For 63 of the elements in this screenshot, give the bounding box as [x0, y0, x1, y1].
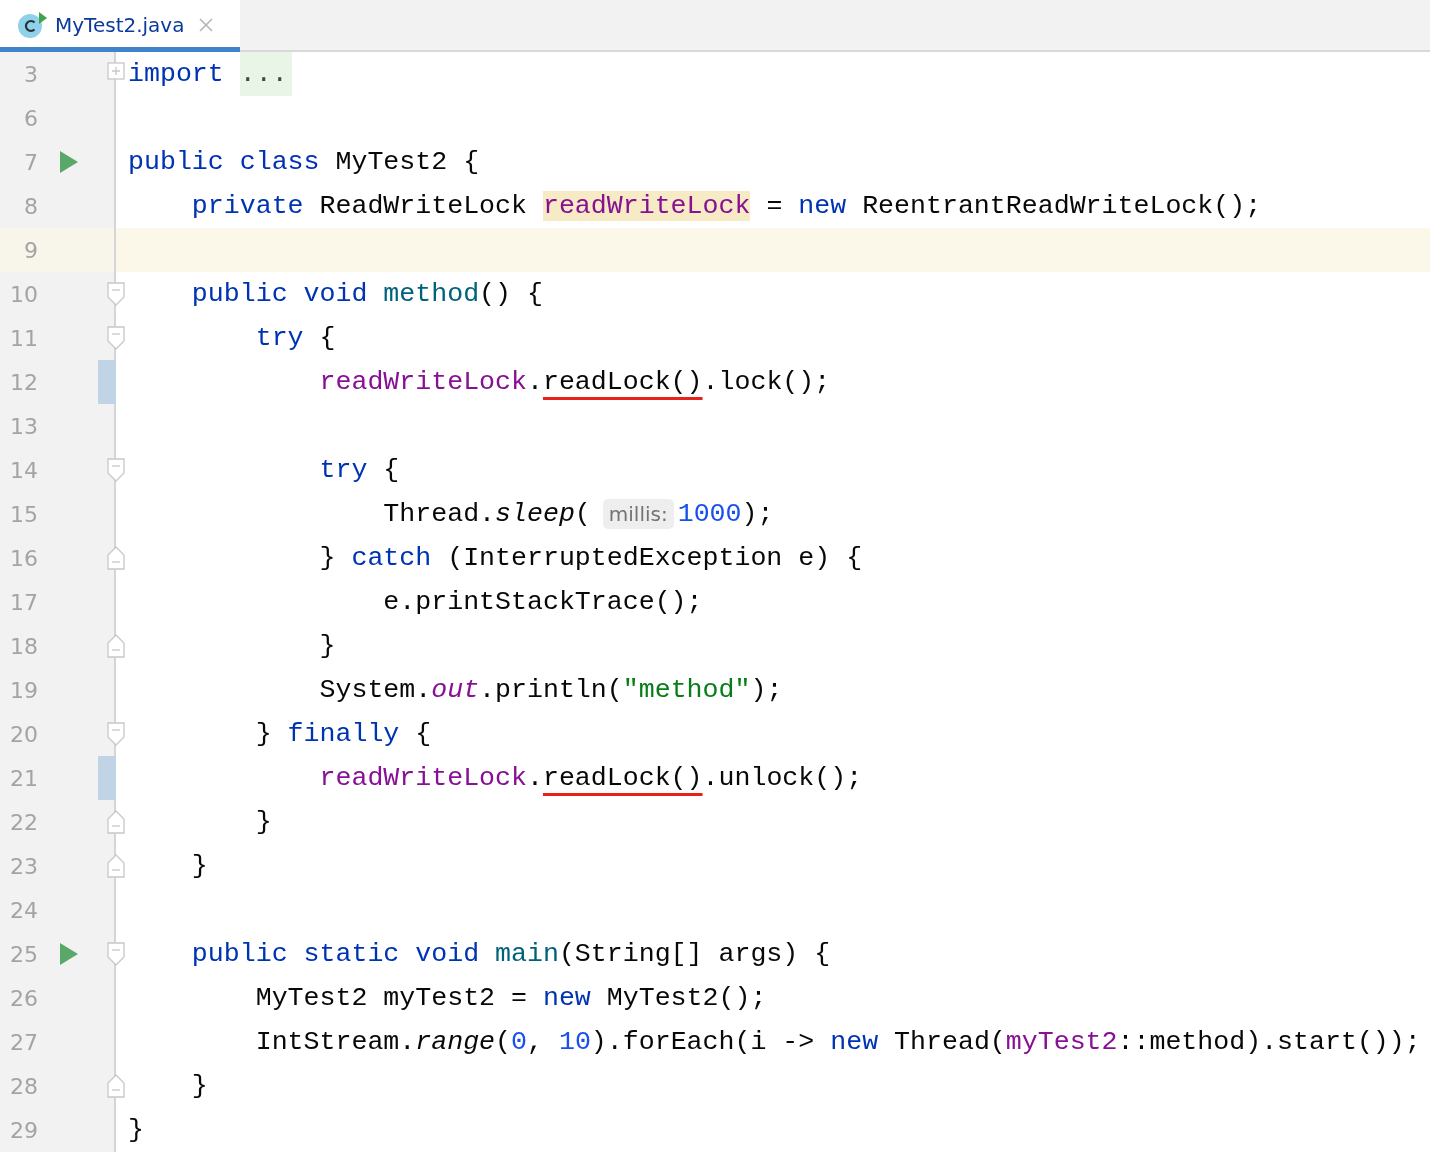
class-file-icon — [17, 10, 47, 39]
run-icon[interactable] — [60, 151, 78, 173]
tab-label: MyTest2.java — [55, 12, 185, 37]
line-number: 16 — [9, 545, 38, 571]
line-number: 26 — [9, 985, 38, 1011]
line-number: 13 — [9, 413, 38, 439]
run-icon[interactable] — [60, 943, 78, 965]
line-number: 18 — [9, 633, 38, 659]
code-line: System.out.println("method"); — [318, 674, 783, 707]
code-line: e.printStackTrace(); — [382, 586, 703, 619]
code-line: readWriteLock.readLock().unlock(); — [318, 762, 863, 795]
line-number: 24 — [9, 897, 38, 923]
line-number: 3 — [23, 61, 38, 87]
line-number: 27 — [9, 1029, 38, 1055]
code-line: Thread.sleep( millis: 1000); — [382, 498, 774, 531]
line-number: 9 — [23, 237, 38, 263]
collapse-icon[interactable] — [107, 854, 125, 878]
code-line: } — [318, 630, 336, 663]
line-number: 7 — [23, 149, 38, 175]
code-line: try { — [254, 322, 336, 355]
collapse-icon[interactable] — [107, 722, 125, 746]
code-line: } — [190, 850, 208, 883]
editor-tab[interactable]: MyTest2.java — [0, 0, 240, 52]
line-number: 15 — [9, 501, 38, 527]
close-icon[interactable] — [198, 16, 215, 33]
line-number: 12 — [9, 369, 38, 395]
code-line: import ... — [128, 52, 292, 96]
collapse-icon[interactable] — [107, 810, 125, 834]
line-number: 23 — [9, 853, 38, 879]
collapse-icon[interactable] — [107, 942, 125, 966]
line-number: 29 — [9, 1117, 38, 1143]
collapse-icon[interactable] — [107, 1074, 125, 1098]
code-line: } — [190, 1070, 208, 1103]
line-number: 25 — [9, 941, 38, 967]
collapse-icon[interactable] — [107, 326, 125, 350]
code-line: MyTest2 myTest2 = new MyTest2(); — [254, 982, 767, 1015]
code-line: try { — [318, 454, 400, 487]
collapse-icon[interactable] — [107, 282, 125, 306]
collapse-icon[interactable] — [107, 546, 125, 570]
line-number: 14 — [9, 457, 38, 483]
code-line: } catch (InterruptedException e) { — [318, 542, 863, 575]
code-line: } finally { — [254, 718, 432, 751]
line-number: 8 — [23, 193, 38, 219]
collapse-icon[interactable] — [107, 634, 125, 658]
line-number: 19 — [9, 677, 38, 703]
line-number: 28 — [9, 1073, 38, 1099]
line-number: 21 — [9, 765, 38, 791]
line-number: 11 — [9, 325, 38, 351]
line-number: 22 — [9, 809, 38, 835]
collapse-icon[interactable] — [107, 458, 125, 482]
code-line: public void method() { — [190, 278, 543, 311]
code-line: readWriteLock.readLock().lock(); — [318, 366, 831, 399]
line-number: 6 — [23, 105, 38, 131]
code-line: private ReadWriteLock readWriteLock = new ReentrantReadWriteLock(); — [190, 190, 1262, 223]
line-number: 10 — [9, 281, 38, 307]
code-line: public static void main(String[] args) { — [190, 938, 831, 971]
code-line: } — [254, 806, 272, 839]
expand-icon[interactable] — [107, 62, 125, 80]
code-line: } — [128, 1114, 144, 1147]
line-number: 20 — [9, 721, 38, 747]
code-line: public class MyTest2 { — [128, 146, 480, 179]
code-line: IntStream.range(0, 10).forEach(i -> new Thread(myTest2::method).start()); — [254, 1026, 1421, 1059]
line-number: 17 — [9, 589, 38, 615]
